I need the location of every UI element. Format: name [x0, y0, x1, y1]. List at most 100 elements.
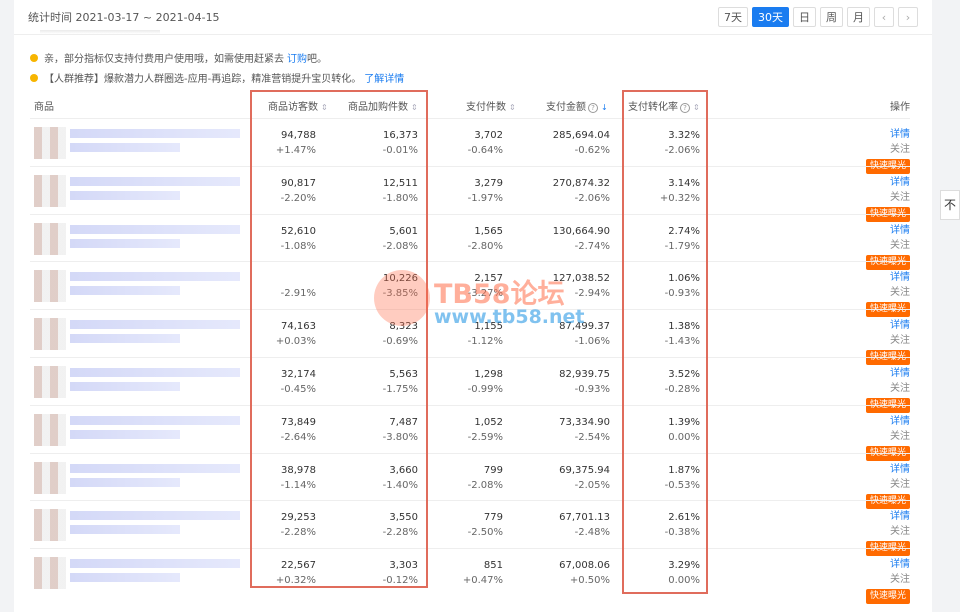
- detail-link[interactable]: 详情: [890, 125, 910, 140]
- cell-cart: 3,550 -2.28%: [358, 510, 418, 540]
- value: 94,788: [281, 130, 316, 141]
- value: 3.14%: [668, 177, 700, 189]
- product-title-blurred[interactable]: [70, 463, 240, 473]
- detail-link[interactable]: 详情: [890, 173, 910, 188]
- change: -2.05%: [574, 479, 610, 491]
- value: 1,052: [474, 416, 503, 428]
- product-title-blurred[interactable]: [70, 176, 240, 186]
- value: 3.32%: [668, 130, 700, 141]
- product-title-blurred[interactable]: [70, 129, 240, 138]
- change: 0.00%: [668, 575, 700, 587]
- change: -0.45%: [280, 384, 316, 395]
- product-title-blurred[interactable]: [70, 368, 240, 377]
- sort-icon: ⇕: [321, 103, 328, 112]
- cell-cart: 16,373 -0.01%: [358, 128, 418, 158]
- cell-conv: 2.74% -1.79%: [640, 224, 700, 254]
- col-visitors[interactable]: 商品访客数 ⇕: [268, 98, 328, 113]
- follow-link[interactable]: 关注: [890, 283, 910, 298]
- product-thumbnail[interactable]: [34, 413, 66, 446]
- value: 10,226: [383, 273, 418, 285]
- cell-cart: 12,511 -1.80%: [358, 176, 418, 206]
- product-thumbnail[interactable]: [34, 222, 66, 255]
- cell-conv: 2.61% -0.38%: [640, 510, 700, 540]
- cell-items: 1,155 -1.12%: [443, 319, 503, 349]
- cell-amount: 130,664.90 -2.74%: [530, 224, 610, 254]
- product-title-blurred[interactable]: [70, 224, 240, 234]
- value: 67,701.13: [559, 512, 610, 524]
- value: 8,323: [389, 321, 418, 333]
- col-conversion[interactable]: 支付转化率? ⇕: [628, 98, 700, 113]
- col-product: 商品: [34, 102, 54, 113]
- learn-more-link[interactable]: 了解详情: [364, 70, 404, 85]
- prev-range-icon[interactable]: ‹: [874, 7, 894, 27]
- change: -0.93%: [664, 288, 700, 300]
- follow-link[interactable]: 关注: [890, 331, 910, 346]
- detail-link[interactable]: 详情: [890, 316, 910, 331]
- promote-button[interactable]: 快速曝光: [866, 589, 910, 605]
- col-pay-amount[interactable]: 支付金额? ↓: [546, 98, 608, 113]
- follow-link[interactable]: 关注: [890, 379, 910, 394]
- change: +0.47%: [462, 575, 503, 587]
- range-30d-button[interactable]: 30天: [752, 7, 789, 27]
- change: -1.97%: [467, 192, 503, 204]
- detail-link[interactable]: 详情: [890, 364, 910, 379]
- side-tab[interactable]: 不: [940, 190, 960, 220]
- product-title-blurred[interactable]: [70, 320, 240, 330]
- cell-conv: 1.06% -0.93%: [640, 271, 700, 301]
- product-thumbnail[interactable]: [34, 557, 66, 590]
- follow-link[interactable]: 关注: [890, 188, 910, 203]
- cell-cart: 10,226 -3.85%: [358, 271, 418, 301]
- col-pay-items[interactable]: 支付件数 ⇕: [466, 98, 516, 113]
- cell-items: 3,702 -0.64%: [443, 128, 503, 158]
- change: +0.32%: [659, 192, 700, 204]
- col-cart[interactable]: 商品加购件数 ⇕: [348, 98, 418, 113]
- detail-link[interactable]: 详情: [890, 507, 910, 522]
- value: 22,567: [281, 560, 316, 572]
- table-row: 94,788 +1.47% 16,373 -0.01% 3,702 -0.64% 285,6…: [30, 118, 910, 174]
- cell-conv: 1.39% 0.00%: [640, 415, 700, 445]
- next-range-icon[interactable]: ›: [898, 7, 918, 27]
- value: 73,334.90: [559, 416, 610, 428]
- detail-link[interactable]: 详情: [890, 460, 910, 475]
- product-thumbnail[interactable]: [34, 461, 66, 494]
- change: -2.64%: [280, 431, 316, 443]
- detail-link[interactable]: 详情: [890, 412, 910, 427]
- cell-conv: 1.87% -0.53%: [640, 463, 700, 493]
- table-row: 38,978 -1.14% 3,660 -1.40% 799 -2.08% 69,375.9…: [30, 452, 910, 509]
- product-thumbnail[interactable]: [34, 366, 66, 398]
- follow-link[interactable]: 关注: [890, 570, 910, 585]
- range-week-button[interactable]: 周: [820, 7, 843, 27]
- follow-link[interactable]: 关注: [890, 475, 910, 490]
- change: -0.99%: [467, 384, 503, 395]
- change: -2.54%: [574, 431, 610, 443]
- range-7d-button[interactable]: 7天: [718, 7, 748, 27]
- value: 38,978: [281, 464, 316, 476]
- sort-desc-icon: ↓: [601, 103, 608, 112]
- product-thumbnail[interactable]: [34, 270, 66, 303]
- change: -0.12%: [382, 575, 418, 587]
- detail-link[interactable]: 详情: [890, 268, 910, 283]
- follow-link[interactable]: 关注: [890, 522, 910, 537]
- range-month-button[interactable]: 月: [847, 7, 870, 27]
- product-thumbnail[interactable]: [34, 174, 66, 207]
- table-row: 32,174 -0.45% 5,563 -1.75% 1,298 -0.99% 82,939…: [30, 357, 910, 413]
- follow-link[interactable]: 关注: [890, 140, 910, 155]
- range-day-button[interactable]: 日: [793, 7, 816, 27]
- product-title-blurred: [70, 286, 180, 296]
- subscribe-link[interactable]: 订购: [287, 50, 307, 65]
- cell-items: 2,157 -3.27%: [443, 271, 503, 301]
- product-title-blurred[interactable]: [70, 559, 240, 569]
- follow-link[interactable]: 关注: [890, 236, 910, 251]
- product-thumbnail[interactable]: [34, 127, 66, 159]
- product-title-blurred[interactable]: [70, 511, 240, 521]
- product-thumbnail[interactable]: [34, 318, 66, 351]
- cell-amount: 285,694.04 -0.62%: [530, 128, 610, 158]
- product-title-blurred[interactable]: [70, 415, 240, 425]
- detail-link[interactable]: 详情: [890, 555, 910, 570]
- follow-link[interactable]: 关注: [890, 427, 910, 442]
- product-title-blurred[interactable]: [70, 272, 240, 282]
- change: -0.69%: [382, 336, 418, 348]
- detail-link[interactable]: 详情: [890, 221, 910, 236]
- value: 1,298: [474, 369, 503, 380]
- product-thumbnail[interactable]: [34, 509, 66, 542]
